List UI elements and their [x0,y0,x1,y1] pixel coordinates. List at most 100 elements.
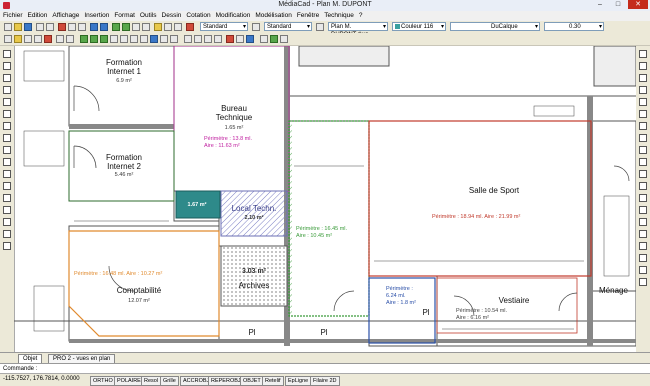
close-button[interactable]: ✕ [628,0,648,9]
extend-icon[interactable] [639,170,647,178]
design-center-icon[interactable] [164,23,172,31]
menu-insertion[interactable]: Insertion [84,11,109,21]
rectangle-icon[interactable] [3,98,11,106]
lightbulb-icon[interactable] [14,35,22,43]
snap-nearest-icon[interactable] [170,35,178,43]
hatch-tool-icon[interactable] [3,206,11,214]
polygon-icon[interactable] [3,86,11,94]
dim-angular-icon[interactable] [214,35,222,43]
menu-edition[interactable]: Edition [28,11,48,21]
make-block-icon[interactable] [3,182,11,190]
room-comptabilite-label[interactable]: Comptabilité [99,286,179,295]
lineweight-select[interactable]: 0.30 [544,22,604,31]
room-vestiaire-label[interactable]: Vestiaire [474,296,554,305]
break-icon[interactable] [639,182,647,190]
text-style-select[interactable]: Standard [200,22,248,31]
ellipse-icon[interactable] [3,158,11,166]
minimize-button[interactable]: – [592,0,608,9]
room-menage-label[interactable]: Ménage [599,286,636,295]
layer-state-icon[interactable] [4,35,12,43]
insert-block-icon[interactable] [3,170,11,178]
paste-icon[interactable] [78,23,86,31]
explode-icon[interactable] [639,230,647,238]
menu-affichage[interactable]: Affichage [52,11,79,21]
menu-fichier[interactable]: Fichier [3,11,23,21]
mirror-icon[interactable] [639,74,647,82]
drawing-select[interactable]: Plan M. DUPONT.dwg [328,22,388,38]
menu-cotation[interactable]: Cotation [186,11,210,21]
save-icon[interactable] [24,23,32,31]
pan-icon[interactable] [112,23,120,31]
dim-style-select[interactable]: Standard [264,22,312,31]
redo-icon[interactable] [100,23,108,31]
id-point-icon[interactable] [639,278,647,286]
dim-style-icon[interactable] [252,23,260,31]
erase-icon[interactable] [639,50,647,58]
dim-aligned-icon[interactable] [194,35,202,43]
maximize-button[interactable]: □ [610,0,626,9]
arc-icon[interactable] [3,110,11,118]
menu-modelisation[interactable]: Modélisation [255,11,292,21]
layer-icon[interactable] [316,23,324,31]
undo-icon[interactable] [90,23,98,31]
new-icon[interactable] [4,23,12,31]
lock-icon[interactable] [34,35,42,43]
zoom-icon[interactable] [122,23,130,31]
zoom-previous-icon[interactable] [142,23,150,31]
linetype-select[interactable]: DuCalque [450,22,540,31]
room-salle-de-sport-label[interactable]: Salle de Sport [444,186,544,195]
scale-icon[interactable] [639,134,647,142]
zoom-window-icon[interactable] [132,23,140,31]
menu-fenetre[interactable]: Fenêtre [297,11,319,21]
stretch-icon[interactable] [639,146,647,154]
construction-line-icon[interactable] [3,62,11,70]
gradient-icon[interactable] [236,35,244,43]
mtext-icon[interactable] [3,242,11,250]
copy-icon[interactable] [68,23,76,31]
sun-icon[interactable] [24,35,32,43]
room-formation-2-label[interactable]: Formation Internet 2 [94,153,154,171]
list-icon[interactable] [639,266,647,274]
offset-icon[interactable] [639,86,647,94]
color-select[interactable]: Couleur 116 [392,22,446,31]
menu-help[interactable]: ? [359,11,363,21]
snap-tangent-icon[interactable] [160,35,168,43]
array-icon[interactable] [639,98,647,106]
snap-center-icon[interactable] [100,35,108,43]
snap-midpoint-icon[interactable] [90,35,98,43]
rotate-icon[interactable] [639,122,647,130]
copy-object-icon[interactable] [639,62,647,70]
layer-color-icon[interactable] [44,35,52,43]
layer-manager-icon[interactable] [66,35,74,43]
room-archives-label[interactable]: Archives [221,281,287,290]
cut-icon[interactable] [58,23,66,31]
join-icon[interactable] [639,194,647,202]
preview-icon[interactable] [46,23,54,31]
trim-icon[interactable] [639,158,647,166]
room-bureau-label[interactable]: Bureau Technique [204,104,264,122]
print-icon[interactable] [36,23,44,31]
room-local-techn-label[interactable]: Local Techn. [221,204,287,213]
properties-icon[interactable] [154,23,162,31]
region-icon[interactable] [3,218,11,226]
area-icon[interactable] [639,254,647,262]
layer-prev-icon[interactable] [56,35,64,43]
help-icon[interactable] [186,23,194,31]
room-formation-1-label[interactable]: Formation Internet 1 [94,58,154,76]
menu-technique[interactable]: Technique [324,11,354,21]
dim-radius-icon[interactable] [204,35,212,43]
snap-node-icon[interactable] [110,35,118,43]
line-icon[interactable] [3,50,11,58]
tool-palette-icon[interactable] [174,23,182,31]
menu-modification[interactable]: Modification [216,11,251,21]
dist-icon[interactable] [639,242,647,250]
table-icon[interactable] [3,230,11,238]
render-icon[interactable] [260,35,268,43]
drawing-canvas[interactable]: Formation Internet 1 6.9 m² Formation In… [14,46,636,352]
menu-outils[interactable]: Outils [140,11,157,21]
dim-linear-icon[interactable] [184,35,192,43]
snap-quadrant-icon[interactable] [120,35,128,43]
orbit-icon[interactable] [280,35,288,43]
snap-extension-icon[interactable] [140,35,148,43]
polyline-icon[interactable] [3,74,11,82]
